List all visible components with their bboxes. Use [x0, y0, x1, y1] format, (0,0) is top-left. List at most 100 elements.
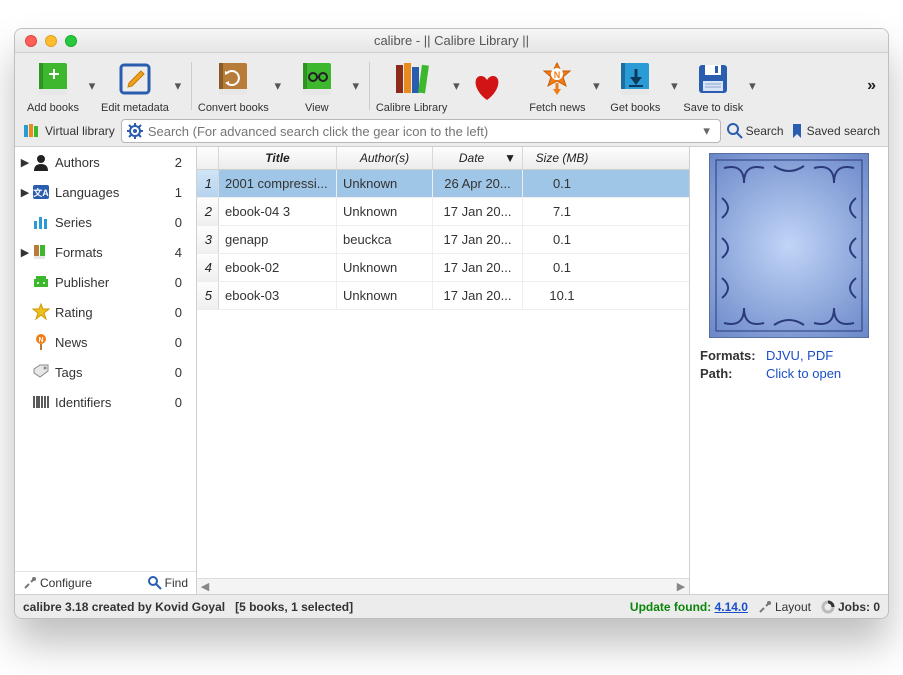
jobs-button[interactable]: Jobs: 0	[821, 600, 880, 614]
cell-date: 26 Apr 20...	[433, 170, 523, 197]
column-size[interactable]: Size (MB)	[523, 147, 601, 169]
table-body: 12001 compressi...Unknown26 Apr 20...0.1…	[197, 170, 689, 578]
bookmark-icon	[790, 123, 804, 139]
identifiers-icon	[31, 392, 51, 412]
gear-icon[interactable]	[126, 122, 144, 140]
sidebar-item-tags[interactable]: Tags0	[15, 357, 196, 387]
cell-size: 0.1	[523, 170, 601, 197]
donate-button[interactable]	[465, 64, 509, 108]
search-icon	[727, 123, 743, 139]
sidebar-item-count: 1	[175, 185, 188, 200]
search-input[interactable]	[144, 121, 698, 141]
sidebar-item-news[interactable]: NNews0	[15, 327, 196, 357]
edit-metadata-button[interactable]: Edit metadata	[101, 57, 169, 114]
formats-value[interactable]: DJVU, PDF	[766, 348, 833, 363]
column-date-label: Date	[439, 151, 504, 165]
toolbar-overflow-icon[interactable]: »	[867, 77, 880, 95]
path-value[interactable]: Click to open	[766, 366, 841, 381]
convert-books-dropdown[interactable]: ▾	[271, 64, 285, 108]
book-details-panel: Formats: DJVU, PDF Path: Click to open	[690, 147, 888, 594]
edit-metadata-label: Edit metadata	[101, 102, 169, 114]
save-icon	[691, 57, 735, 101]
table-row[interactable]: 2ebook-04 3Unknown17 Jan 20...7.1	[197, 198, 689, 226]
save-to-disk-button[interactable]: Save to disk	[683, 57, 743, 114]
virtual-library-button[interactable]: Virtual library	[23, 123, 115, 139]
sidebar-item-identifiers[interactable]: Identifiers0	[15, 387, 196, 417]
sidebar-item-authors[interactable]: ▶Authors2	[15, 147, 196, 177]
edit-metadata-dropdown[interactable]: ▾	[171, 64, 185, 108]
sidebar-item-series[interactable]: Series0	[15, 207, 196, 237]
search-button[interactable]: Search	[727, 123, 784, 139]
cell-size: 0.1	[523, 226, 601, 253]
sidebar-item-formats[interactable]: ▶Formats4	[15, 237, 196, 267]
find-button[interactable]: Find	[148, 576, 188, 590]
cell-authors: Unknown	[337, 254, 433, 281]
cell-authors: Unknown	[337, 282, 433, 309]
sidebar-item-languages[interactable]: ▶文ALanguages1	[15, 177, 196, 207]
layout-button[interactable]: Layout	[758, 600, 811, 614]
authors-icon	[31, 152, 51, 172]
sidebar-item-publisher[interactable]: Publisher0	[15, 267, 196, 297]
convert-books-button[interactable]: Convert books	[198, 57, 269, 114]
search-icon	[148, 576, 162, 590]
heart-icon	[465, 64, 509, 108]
add-books-button[interactable]: Add books	[23, 57, 83, 114]
add-books-dropdown[interactable]: ▾	[85, 64, 99, 108]
sidebar-item-count: 0	[175, 215, 188, 230]
cell-index: 4	[197, 254, 219, 281]
tag-browser-footer: Configure Find	[15, 571, 196, 594]
search-dropdown-icon[interactable]: ▾	[698, 122, 716, 140]
tags-icon	[31, 362, 51, 382]
fetch-news-dropdown[interactable]: ▾	[589, 64, 603, 108]
get-books-button[interactable]: Get books	[605, 57, 665, 114]
table-row[interactable]: 12001 compressi...Unknown26 Apr 20...0.1	[197, 170, 689, 198]
path-label: Path:	[700, 366, 766, 381]
save-to-disk-dropdown[interactable]: ▾	[745, 64, 759, 108]
save-to-disk-label: Save to disk	[683, 102, 743, 114]
update-prefix: Update found:	[630, 600, 715, 614]
view-icon	[295, 57, 339, 101]
sidebar-item-count: 0	[175, 395, 188, 410]
fetch-news-button[interactable]: N Fetch news	[527, 57, 587, 114]
get-books-dropdown[interactable]: ▾	[667, 64, 681, 108]
scroll-left-icon[interactable]: ◀	[197, 580, 213, 593]
sidebar-item-rating[interactable]: Rating0	[15, 297, 196, 327]
scroll-right-icon[interactable]: ▶	[673, 580, 689, 593]
calibre-library-dropdown[interactable]: ▾	[449, 64, 463, 108]
books-icon	[23, 123, 41, 139]
configure-button[interactable]: Configure	[23, 576, 92, 590]
news-icon: N	[31, 332, 51, 352]
sidebar-item-label: Publisher	[55, 275, 175, 290]
table-row[interactable]: 4ebook-02Unknown17 Jan 20...0.1	[197, 254, 689, 282]
jobs-label: Jobs: 0	[838, 600, 880, 614]
table-row[interactable]: 5ebook-03Unknown17 Jan 20...10.1	[197, 282, 689, 310]
view-button[interactable]: View	[287, 57, 347, 114]
table-row[interactable]: 3genappbeuckca17 Jan 20...0.1	[197, 226, 689, 254]
sidebar-item-count: 0	[175, 275, 188, 290]
sidebar-item-count: 4	[175, 245, 188, 260]
expand-icon: ▶	[19, 246, 31, 259]
column-title[interactable]: Title	[219, 147, 337, 169]
sidebar-item-count: 0	[175, 365, 188, 380]
horizontal-scrollbar[interactable]: ◀ ▶	[197, 578, 689, 594]
get-books-label: Get books	[610, 102, 660, 114]
column-index[interactable]	[197, 147, 219, 169]
cell-authors: Unknown	[337, 170, 433, 197]
column-date[interactable]: Date ▼	[433, 147, 523, 169]
configure-label: Configure	[40, 576, 92, 590]
formats-row: Formats: DJVU, PDF	[700, 348, 878, 363]
saved-search-button[interactable]: Saved search	[790, 123, 880, 139]
tag-browser: ▶Authors2▶文ALanguages1Series0▶Formats4Pu…	[15, 147, 197, 594]
convert-books-label: Convert books	[198, 102, 269, 114]
selection-status: [5 books, 1 selected]	[235, 600, 353, 614]
update-link[interactable]: 4.14.0	[715, 600, 748, 614]
calibre-library-button[interactable]: Calibre Library	[376, 57, 448, 114]
app-window: calibre - || Calibre Library || Add book…	[14, 28, 889, 619]
view-dropdown[interactable]: ▾	[349, 64, 363, 108]
column-authors[interactable]: Author(s)	[337, 147, 433, 169]
book-cover[interactable]	[709, 153, 869, 338]
cell-authors: Unknown	[337, 198, 433, 225]
convert-books-icon	[211, 57, 255, 101]
path-row: Path: Click to open	[700, 366, 878, 381]
fetch-news-label: Fetch news	[529, 102, 585, 114]
